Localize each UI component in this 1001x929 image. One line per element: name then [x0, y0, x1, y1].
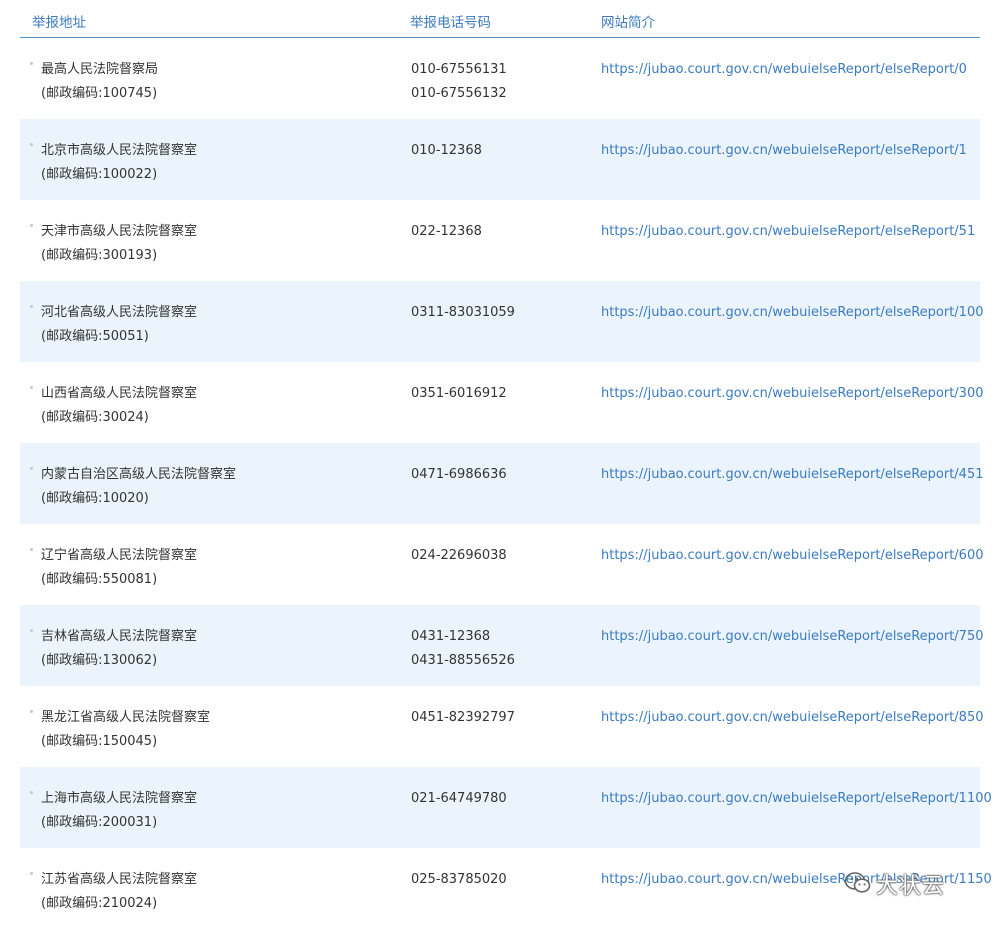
- bullet-icon: [30, 791, 33, 794]
- bullet-icon: [30, 386, 33, 389]
- court-name: 河北省高级人民法院督察室: [41, 305, 198, 320]
- court-name: 最高人民法院督察局: [41, 62, 159, 77]
- phone-cell: 0431-12368 0431-88556526: [411, 625, 515, 673]
- wechat-icon: [844, 872, 871, 893]
- court-name: 北京市高级人民法院督察室: [41, 143, 198, 158]
- phone-number: 021-64749780: [411, 791, 507, 806]
- bullet-icon: [30, 224, 33, 227]
- address-cell: 北京市高级人民法院督察室 (邮政编码:100022): [41, 139, 197, 187]
- phone-number: 010-67556132: [411, 86, 507, 101]
- address-cell: 天津市高级人民法院督察室 (邮政编码:300193): [41, 220, 197, 268]
- report-link[interactable]: https://jubao.court.gov.cn/webuielseRepo…: [601, 139, 967, 163]
- column-header-address: 举报地址: [32, 15, 86, 31]
- watermark: 大状云: [840, 866, 980, 900]
- phone-cell: 0471-6986636: [411, 463, 507, 487]
- report-link[interactable]: https://jubao.court.gov.cn/webuielseRepo…: [601, 706, 983, 730]
- phone-cell: 024-22696038: [411, 544, 507, 568]
- report-link[interactable]: https://jubao.court.gov.cn/webuielseRepo…: [601, 58, 967, 82]
- bullet-icon: [30, 872, 33, 875]
- postcode: (邮政编码:10020): [41, 491, 149, 506]
- phone-number: 010-12368: [411, 143, 482, 158]
- phone-cell: 021-64749780: [411, 787, 507, 811]
- bullet-icon: [30, 548, 33, 551]
- address-cell: 河北省高级人民法院督察室 (邮政编码:50051): [41, 301, 197, 349]
- bullet-icon: [30, 467, 33, 470]
- report-link[interactable]: https://jubao.court.gov.cn/webuielseRepo…: [601, 544, 983, 568]
- report-link[interactable]: https://jubao.court.gov.cn/webuielseRepo…: [601, 625, 983, 649]
- postcode: (邮政编码:300193): [41, 248, 158, 263]
- phone-number: 010-67556131: [411, 62, 507, 77]
- postcode: (邮政编码:50051): [41, 329, 149, 344]
- address-cell: 内蒙古自治区高级人民法院督察室 (邮政编码:10020): [41, 463, 236, 511]
- table-row: 最高人民法院督察局 (邮政编码:100745) 010-67556131 010-67…: [20, 38, 980, 119]
- column-header-phone: 举报电话号码: [410, 15, 491, 31]
- postcode: (邮政编码:210024): [41, 896, 158, 911]
- phone-number: 0351-6016912: [411, 386, 507, 401]
- bullet-icon: [30, 629, 33, 632]
- table-row: 河北省高级人民法院督察室 (邮政编码:50051) 0311-83031059 htt…: [20, 281, 983, 362]
- court-name: 辽宁省高级人民法院督察室: [41, 548, 198, 563]
- address-cell: 黑龙江省高级人民法院督察室 (邮政编码:150045): [41, 706, 210, 754]
- phone-cell: 022-12368: [411, 220, 482, 244]
- postcode: (邮政编码:150045): [41, 734, 158, 749]
- bullet-icon: [30, 710, 33, 713]
- table-row: 北京市高级人民法院督察室 (邮政编码:100022) 010-12368 https:…: [20, 119, 980, 200]
- report-link[interactable]: https://jubao.court.gov.cn/webuielseRepo…: [601, 301, 983, 325]
- phone-number: 0431-88556526: [411, 653, 515, 668]
- court-name: 内蒙古自治区高级人民法院督察室: [41, 467, 237, 482]
- phone-number: 022-12368: [411, 224, 482, 239]
- table-row: 吉林省高级人民法院督察室 (邮政编码:130062) 0431-12368 0431-…: [20, 605, 983, 686]
- postcode: (邮政编码:130062): [41, 653, 158, 668]
- table-row: 辽宁省高级人民法院督察室 (邮政编码:550081) 024-22696038 htt…: [20, 524, 983, 605]
- table-row: 江苏省高级人民法院督察室 (邮政编码:210024) 025-83785020 htt…: [20, 848, 992, 929]
- phone-cell: 010-12368: [411, 139, 482, 163]
- report-table: 举报地址 举报电话号码 网站简介 最高人民法院督察局 (邮政编码:100745) 0…: [20, 0, 992, 929]
- report-link[interactable]: https://jubao.court.gov.cn/webuielseRepo…: [601, 220, 975, 244]
- phone-cell: 010-67556131 010-67556132: [411, 58, 507, 106]
- phone-cell: 0451-82392797: [411, 706, 515, 730]
- address-cell: 辽宁省高级人民法院督察室 (邮政编码:550081): [41, 544, 197, 592]
- postcode: (邮政编码:100745): [41, 86, 158, 101]
- address-cell: 吉林省高级人民法院督察室 (邮政编码:130062): [41, 625, 197, 673]
- court-name: 吉林省高级人民法院督察室: [41, 629, 198, 644]
- court-name: 黑龙江省高级人民法院督察室: [41, 710, 211, 725]
- phone-cell: 0351-6016912: [411, 382, 507, 406]
- postcode: (邮政编码:550081): [41, 572, 158, 587]
- postcode: (邮政编码:100022): [41, 167, 158, 182]
- phone-number: 0311-83031059: [411, 305, 515, 320]
- bullet-icon: [30, 305, 33, 308]
- court-name: 江苏省高级人民法院督察室: [41, 872, 198, 887]
- address-cell: 上海市高级人民法院督察室 (邮政编码:200031): [41, 787, 197, 835]
- address-cell: 山西省高级人民法院督察室 (邮政编码:30024): [41, 382, 197, 430]
- watermark-text: 大状云: [876, 874, 946, 899]
- court-name: 山西省高级人民法院督察室: [41, 386, 198, 401]
- phone-cell: 0311-83031059: [411, 301, 515, 325]
- table-body: 最高人民法院督察局 (邮政编码:100745) 010-67556131 010-67…: [20, 38, 992, 929]
- court-name: 天津市高级人民法院督察室: [41, 224, 198, 239]
- court-name: 上海市高级人民法院督察室: [41, 791, 198, 806]
- report-link[interactable]: https://jubao.court.gov.cn/webuielseRepo…: [601, 382, 983, 406]
- phone-number: 0471-6986636: [411, 467, 507, 482]
- report-link[interactable]: https://jubao.court.gov.cn/webuielseRepo…: [601, 787, 992, 811]
- postcode: (邮政编码:200031): [41, 815, 158, 830]
- table-row: 内蒙古自治区高级人民法院督察室 (邮政编码:10020) 0471-6986636 h…: [20, 443, 983, 524]
- table-row: 上海市高级人民法院督察室 (邮政编码:200031) 021-64749780 htt…: [20, 767, 992, 848]
- phone-number: 025-83785020: [411, 872, 507, 887]
- table-row: 山西省高级人民法院督察室 (邮政编码:30024) 0351-6016912 http…: [20, 362, 983, 443]
- column-header-site: 网站简介: [601, 15, 655, 31]
- address-cell: 最高人民法院督察局 (邮政编码:100745): [41, 58, 158, 106]
- phone-number: 0431-12368: [411, 629, 491, 644]
- postcode: (邮政编码:30024): [41, 410, 149, 425]
- phone-cell: 025-83785020: [411, 868, 507, 892]
- phone-number: 024-22696038: [411, 548, 507, 563]
- address-cell: 江苏省高级人民法院督察室 (邮政编码:210024): [41, 868, 197, 916]
- table-row: 黑龙江省高级人民法院督察室 (邮政编码:150045) 0451-82392797 h…: [20, 686, 983, 767]
- bullet-icon: [30, 62, 33, 65]
- phone-number: 0451-82392797: [411, 710, 515, 725]
- table-header: 举报地址 举报电话号码 网站简介: [20, 0, 980, 38]
- report-link[interactable]: https://jubao.court.gov.cn/webuielseRepo…: [601, 463, 983, 487]
- bullet-icon: [30, 143, 33, 146]
- table-row: 天津市高级人民法院督察室 (邮政编码:300193) 022-12368 https:…: [20, 200, 980, 281]
